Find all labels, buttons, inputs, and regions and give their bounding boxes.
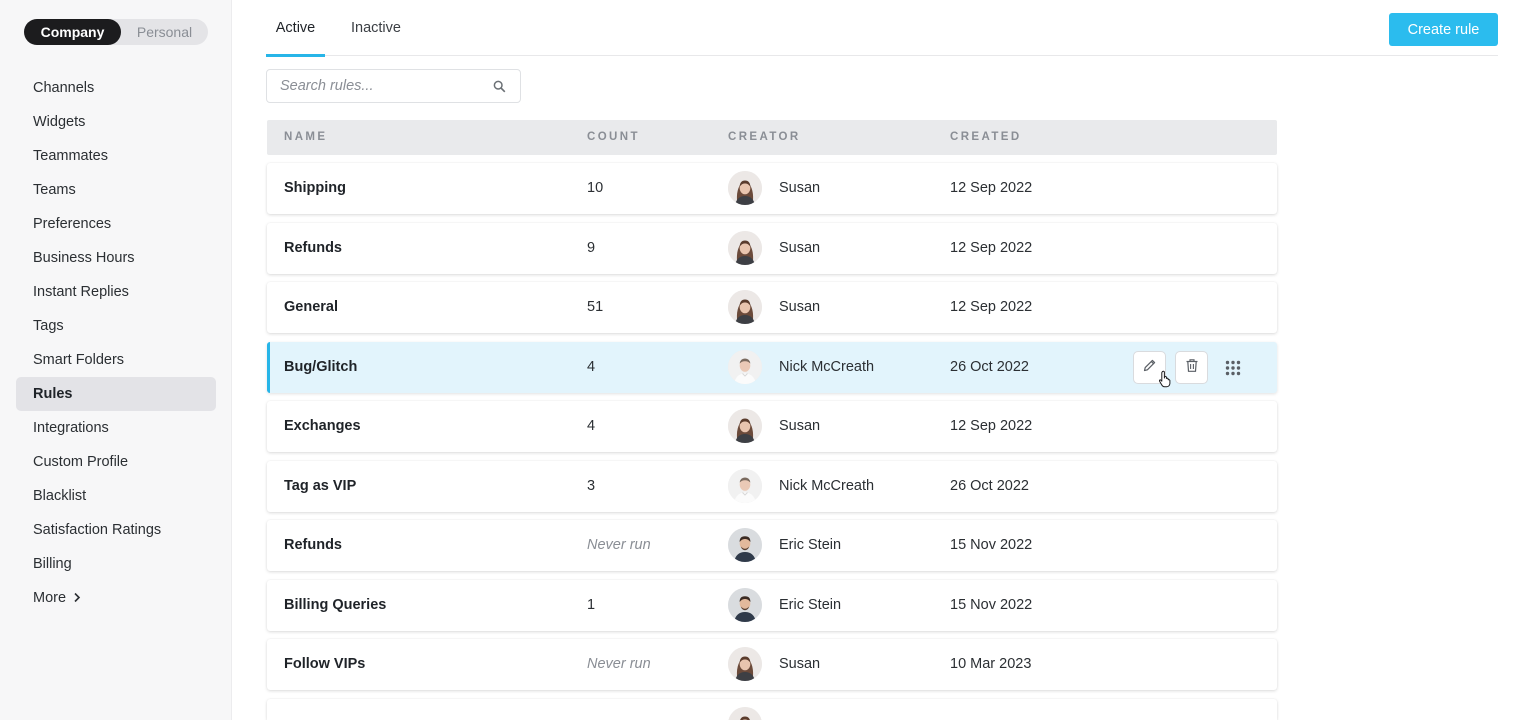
rule-creator: Susan	[779, 299, 821, 315]
sidebar-item-more-label: More	[33, 590, 67, 606]
rules-tabs: Active Inactive	[266, 0, 1498, 57]
table-row-partial[interactable]	[267, 699, 1277, 720]
table-row[interactable]: Tag as VIP 3 Nick McCreath 26 Oct 2022	[267, 461, 1277, 512]
rule-count: Never run	[587, 656, 651, 672]
rule-created-date: 26 Oct 2022	[950, 478, 1029, 494]
settings-nav: Channels Widgets Teammates Teams Prefere…	[16, 71, 216, 615]
sidebar-item-integrations[interactable]: Integrations	[16, 411, 216, 445]
sidebar-item-more[interactable]: More	[16, 581, 216, 615]
rule-count: 4	[587, 359, 596, 375]
table-row[interactable]: Exchanges 4 Susan 12 Sep 2022	[267, 401, 1277, 452]
rule-created-date: 10 Mar 2023	[950, 656, 1032, 672]
table-row[interactable]: General 51 Susan 12 Sep 2022	[267, 282, 1277, 333]
pencil-icon	[1142, 358, 1157, 378]
rule-name: Bug/Glitch	[284, 359, 358, 375]
avatar	[728, 409, 762, 443]
sidebar-item-preferences[interactable]: Preferences	[16, 207, 216, 241]
tab-inactive[interactable]: Inactive	[344, 0, 408, 56]
rule-created-date: 12 Sep 2022	[950, 299, 1033, 315]
table-row[interactable]: Refunds Never run Eric Stein 15 Nov 2022	[267, 520, 1277, 571]
rule-name: Refunds	[284, 537, 342, 553]
sidebar-item-blacklist[interactable]: Blacklist	[16, 479, 216, 513]
sidebar-item-instant-replies[interactable]: Instant Replies	[16, 275, 216, 309]
avatar	[728, 290, 762, 324]
account-scope-toggle: Company Personal	[24, 19, 208, 45]
rule-name: General	[284, 299, 338, 315]
rule-created-date: 15 Nov 2022	[950, 537, 1033, 553]
sidebar-item-tags[interactable]: Tags	[16, 309, 216, 343]
rule-count: 1	[587, 597, 596, 613]
create-rule-button[interactable]: Create rule	[1389, 13, 1498, 46]
rule-count: 3	[587, 478, 596, 494]
hand-cursor-icon	[1158, 370, 1172, 388]
avatar	[728, 647, 762, 681]
avatar	[728, 350, 762, 384]
table-header: NAME COUNT CREATOR CREATED	[267, 120, 1277, 155]
search-input[interactable]	[280, 70, 490, 102]
rule-creator: Nick McCreath	[779, 359, 875, 375]
header-creator[interactable]: CREATOR	[728, 120, 801, 155]
rule-name: Follow VIPs	[284, 656, 366, 672]
sidebar-item-custom-profile[interactable]: Custom Profile	[16, 445, 216, 479]
table-row-hovered[interactable]: Bug/Glitch 4 Nick McCreath 26 Oct 2022	[267, 342, 1277, 393]
rule-name: Exchanges	[284, 418, 361, 434]
rule-name: Shipping	[284, 180, 347, 196]
chevron-right-icon	[73, 590, 81, 607]
rule-created-date: 15 Nov 2022	[950, 597, 1033, 613]
rule-count: 10	[587, 180, 604, 196]
sidebar-item-business-hours[interactable]: Business Hours	[16, 241, 216, 275]
rule-name: Billing Queries	[284, 597, 387, 613]
table-row[interactable]: Follow VIPs Never run Susan 10 Mar 2023	[267, 639, 1277, 690]
rule-creator: Susan	[779, 240, 821, 256]
delete-rule-button[interactable]	[1175, 351, 1208, 384]
rule-creator: Susan	[779, 180, 821, 196]
header-count[interactable]: COUNT	[587, 120, 640, 155]
sidebar-item-widgets[interactable]: Widgets	[16, 105, 216, 139]
drag-handle-icon[interactable]	[1225, 360, 1241, 376]
rule-count: 9	[587, 240, 596, 256]
table-row[interactable]: Billing Queries 1 Eric Stein 15 Nov 2022	[267, 580, 1277, 631]
avatar	[728, 588, 762, 622]
rule-creator: Susan	[779, 418, 821, 434]
header-name[interactable]: NAME	[284, 120, 327, 155]
rule-count: 51	[587, 299, 604, 315]
header-created[interactable]: CREATED	[950, 120, 1022, 155]
toggle-company[interactable]: Company	[24, 19, 121, 45]
rule-created-date: 12 Sep 2022	[950, 240, 1033, 256]
rule-created-date: 12 Sep 2022	[950, 180, 1033, 196]
tab-active[interactable]: Active	[266, 0, 325, 57]
rule-created-date: 12 Sep 2022	[950, 418, 1033, 434]
rule-count: Never run	[587, 537, 651, 553]
table-row[interactable]: Shipping 10 Susan 12 Sep 2022	[267, 163, 1277, 214]
avatar	[728, 528, 762, 562]
sidebar-item-channels[interactable]: Channels	[16, 71, 216, 105]
avatar	[728, 231, 762, 265]
rule-created-date: 26 Oct 2022	[950, 359, 1029, 375]
sidebar-item-teammates[interactable]: Teammates	[16, 139, 216, 173]
rule-creator: Eric Stein	[779, 537, 842, 553]
search-icon[interactable]	[493, 80, 506, 93]
sidebar-item-billing[interactable]: Billing	[16, 547, 216, 581]
sidebar-item-teams[interactable]: Teams	[16, 173, 216, 207]
sidebar-item-smart-folders[interactable]: Smart Folders	[16, 343, 216, 377]
rule-count: 4	[587, 418, 596, 434]
search-box	[266, 69, 521, 103]
sidebar-item-satisfaction-ratings[interactable]: Satisfaction Ratings	[16, 513, 216, 547]
sidebar-item-rules[interactable]: Rules	[16, 377, 216, 411]
toggle-personal[interactable]: Personal	[121, 19, 208, 45]
sidebar: Company Personal Channels Widgets Teamma…	[0, 0, 232, 720]
rule-creator: Susan	[779, 656, 821, 672]
trash-icon	[1185, 358, 1199, 378]
rule-name: Tag as VIP	[284, 478, 357, 494]
table-row[interactable]: Refunds 9 Susan 12 Sep 2022	[267, 223, 1277, 274]
avatar	[728, 707, 762, 720]
rule-name: Refunds	[284, 240, 342, 256]
rule-creator: Eric Stein	[779, 597, 842, 613]
rule-creator: Nick McCreath	[779, 478, 875, 494]
avatar	[728, 469, 762, 503]
avatar	[728, 171, 762, 205]
